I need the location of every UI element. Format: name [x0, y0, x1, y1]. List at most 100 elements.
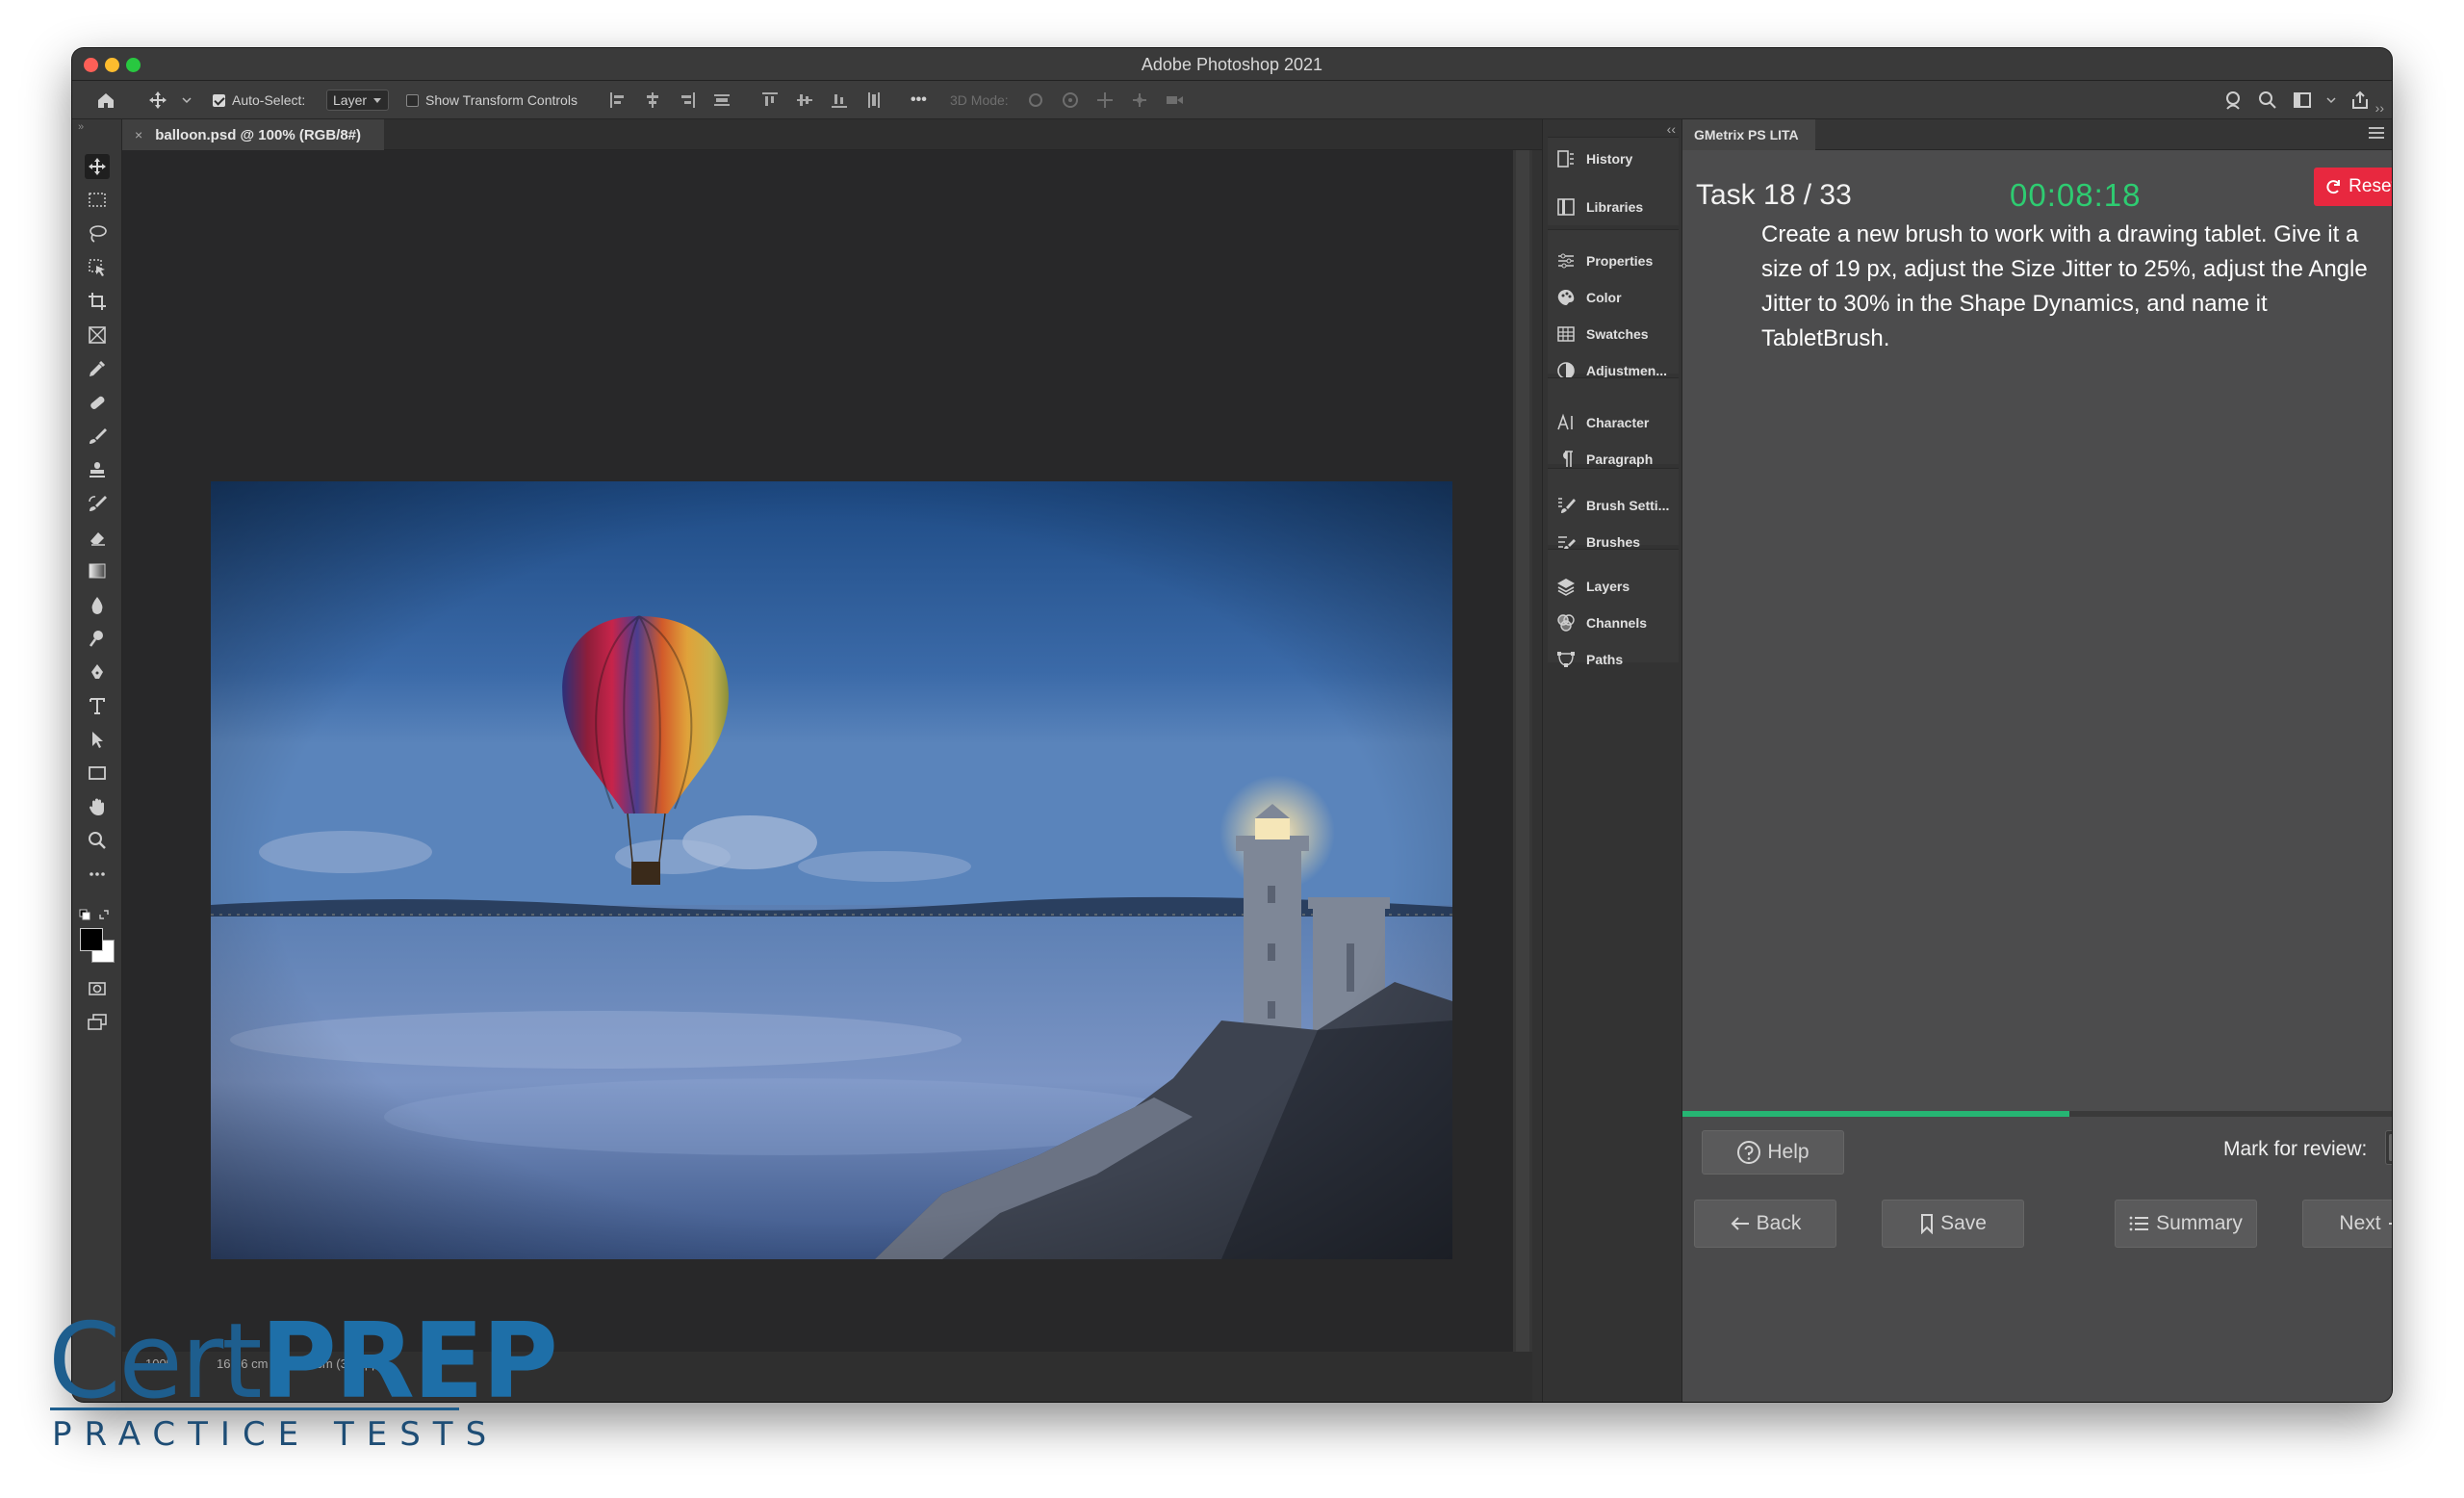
- vertical-scrollbar[interactable]: [1513, 150, 1532, 1352]
- swatches-panel-button[interactable]: Swatches: [1548, 317, 1679, 351]
- canvas-area[interactable]: [122, 150, 1513, 1352]
- gmetrix-tab[interactable]: GMetrix PS LITA: [1682, 119, 1815, 150]
- eraser-icon[interactable]: [85, 525, 110, 550]
- orbit-3d-icon[interactable]: [1025, 90, 1046, 111]
- document-tab[interactable]: × balloon.psd @ 100% (RGB/8#): [122, 119, 384, 150]
- document-tab-bar: × balloon.psd @ 100% (RGB/8#): [122, 119, 1542, 150]
- character-icon: [1557, 413, 1573, 430]
- 3d-mode-label: 3D Mode:: [950, 92, 1009, 108]
- show-transform-controls-checkbox[interactable]: Show Transform Controls: [406, 81, 578, 119]
- hand-icon[interactable]: [85, 794, 110, 819]
- distribute-horizontal-icon[interactable]: [863, 90, 885, 111]
- color-icon: [1557, 290, 1575, 305]
- save-button[interactable]: Save: [1882, 1200, 2024, 1248]
- align-middle-icon[interactable]: [794, 90, 815, 111]
- workspace-icon[interactable]: [2292, 90, 2313, 111]
- gradient-icon[interactable]: [85, 558, 110, 583]
- color-swatches-icon[interactable]: [78, 926, 116, 965]
- roll-3d-icon[interactable]: [1060, 90, 1081, 111]
- align-top-icon[interactable]: [759, 90, 781, 111]
- mark-for-review-toggle[interactable]: [2385, 1130, 2392, 1165]
- lasso-icon[interactable]: [85, 221, 110, 246]
- history-panel-button[interactable]: History: [1548, 142, 1679, 176]
- layers-panel-button[interactable]: Layers: [1548, 569, 1679, 604]
- back-button[interactable]: Back: [1694, 1200, 1836, 1248]
- rectangle-icon[interactable]: [85, 761, 110, 786]
- channels-panel-button[interactable]: Channels: [1548, 606, 1679, 640]
- slide-3d-icon[interactable]: [1129, 90, 1150, 111]
- color-panel-button[interactable]: Color: [1548, 280, 1679, 315]
- share-icon[interactable]: [2349, 90, 2371, 111]
- quick-mask-icon[interactable]: [85, 976, 110, 1001]
- brush-settings-panel-button[interactable]: Brush Setti...: [1548, 488, 1679, 523]
- healing-brush-icon[interactable]: [85, 390, 110, 415]
- history-brush-icon[interactable]: [85, 491, 110, 516]
- pan-3d-icon[interactable]: [1094, 90, 1116, 111]
- object-selection-icon[interactable]: [85, 255, 110, 280]
- reset-task-button[interactable]: Reset Task: [2314, 168, 2392, 206]
- rectangular-marquee-icon[interactable]: [85, 188, 110, 213]
- home-icon[interactable]: [95, 81, 116, 119]
- move-tool-preset-icon[interactable]: [147, 81, 168, 119]
- share-user-icon[interactable]: [2222, 90, 2244, 111]
- distribute-icon[interactable]: [711, 90, 732, 111]
- more-options-button[interactable]: •••: [911, 81, 927, 119]
- dodge-icon[interactable]: [85, 626, 110, 651]
- window-title: Adobe Photoshop 2021: [1141, 55, 1323, 74]
- auto-select-check-icon: [213, 93, 225, 107]
- align-right-icon[interactable]: [677, 90, 698, 111]
- layers-icon: [1557, 579, 1575, 596]
- options-bar: Auto-Select: Layer Show Transform Contro…: [72, 81, 2392, 119]
- task-counter: Task 18 / 33: [1696, 179, 1852, 211]
- panel-menu-icon[interactable]: [2369, 127, 2384, 141]
- collapsed-panels: ‹‹ History Libraries Properties Color Sw…: [1542, 119, 1682, 1402]
- certprep-logo: CertPREP PRACTICE TESTS: [48, 1309, 558, 1455]
- balloon-lighthouse-image[interactable]: [211, 481, 1452, 1259]
- toolbar-collapse-icon[interactable]: »: [78, 121, 84, 133]
- workspace-chevron-icon[interactable]: [2326, 90, 2336, 111]
- scale-3d-icon[interactable]: [1164, 90, 1185, 111]
- path-selection-icon[interactable]: [85, 727, 110, 752]
- default-colors-icon[interactable]: [79, 907, 114, 922]
- foreground-color-swatch[interactable]: [80, 928, 103, 951]
- properties-panel-button[interactable]: Properties: [1548, 244, 1679, 278]
- panels-collapse-icon[interactable]: ‹‹: [1667, 121, 1676, 137]
- auto-select-dropdown[interactable]: Layer: [326, 81, 390, 119]
- crop-icon[interactable]: [85, 289, 110, 314]
- blur-icon[interactable]: [85, 592, 110, 617]
- show-transform-check-icon: [406, 93, 419, 107]
- pen-icon[interactable]: [85, 659, 110, 684]
- chevron-down-icon[interactable]: [182, 81, 192, 119]
- align-left-icon[interactable]: [607, 90, 629, 111]
- eyedropper-icon[interactable]: [85, 356, 110, 381]
- right-options-group: [2222, 81, 2371, 119]
- scrollbar-thumb[interactable]: [1516, 150, 1529, 1352]
- brush-icon[interactable]: [85, 424, 110, 449]
- photoshop-window: Adobe Photoshop 2021 Auto-Select: Layer …: [72, 48, 2392, 1402]
- screen-mode-icon[interactable]: [85, 1010, 110, 1035]
- align-center-icon[interactable]: [642, 90, 663, 111]
- libraries-panel-button[interactable]: Libraries: [1548, 190, 1679, 224]
- help-icon: [1737, 1141, 1761, 1164]
- paths-panel-button[interactable]: Paths: [1548, 642, 1679, 677]
- gmetrix-collapse-icon[interactable]: ››: [2375, 100, 2384, 116]
- auto-select-checkbox[interactable]: Auto-Select:: [213, 81, 305, 119]
- close-tab-icon[interactable]: ×: [135, 127, 142, 142]
- zoom-icon[interactable]: [85, 828, 110, 853]
- help-button[interactable]: Help: [1702, 1130, 1844, 1175]
- clone-stamp-icon[interactable]: [85, 457, 110, 482]
- 3d-mode-group: [1025, 81, 1185, 119]
- task-instructions: Create a new brush to work with a drawin…: [1761, 221, 2368, 351]
- summary-button[interactable]: Summary: [2115, 1200, 2257, 1248]
- logo-subtitle: PRACTICE TESTS: [52, 1415, 500, 1454]
- align-bottom-icon[interactable]: [829, 90, 850, 111]
- frame-icon[interactable]: [85, 323, 110, 348]
- type-icon[interactable]: [85, 693, 110, 718]
- edit-toolbar-icon[interactable]: [85, 862, 110, 887]
- next-button[interactable]: Next: [2302, 1200, 2392, 1248]
- character-panel-button[interactable]: Character: [1548, 405, 1679, 440]
- move-tool-icon[interactable]: [85, 154, 110, 179]
- gmetrix-panel: GMetrix PS LITA ›› Task 18 / 33 00:08:18…: [1682, 100, 2392, 1402]
- search-icon[interactable]: [2257, 90, 2278, 111]
- panel-group-character: Character Paragraph: [1548, 377, 1679, 467]
